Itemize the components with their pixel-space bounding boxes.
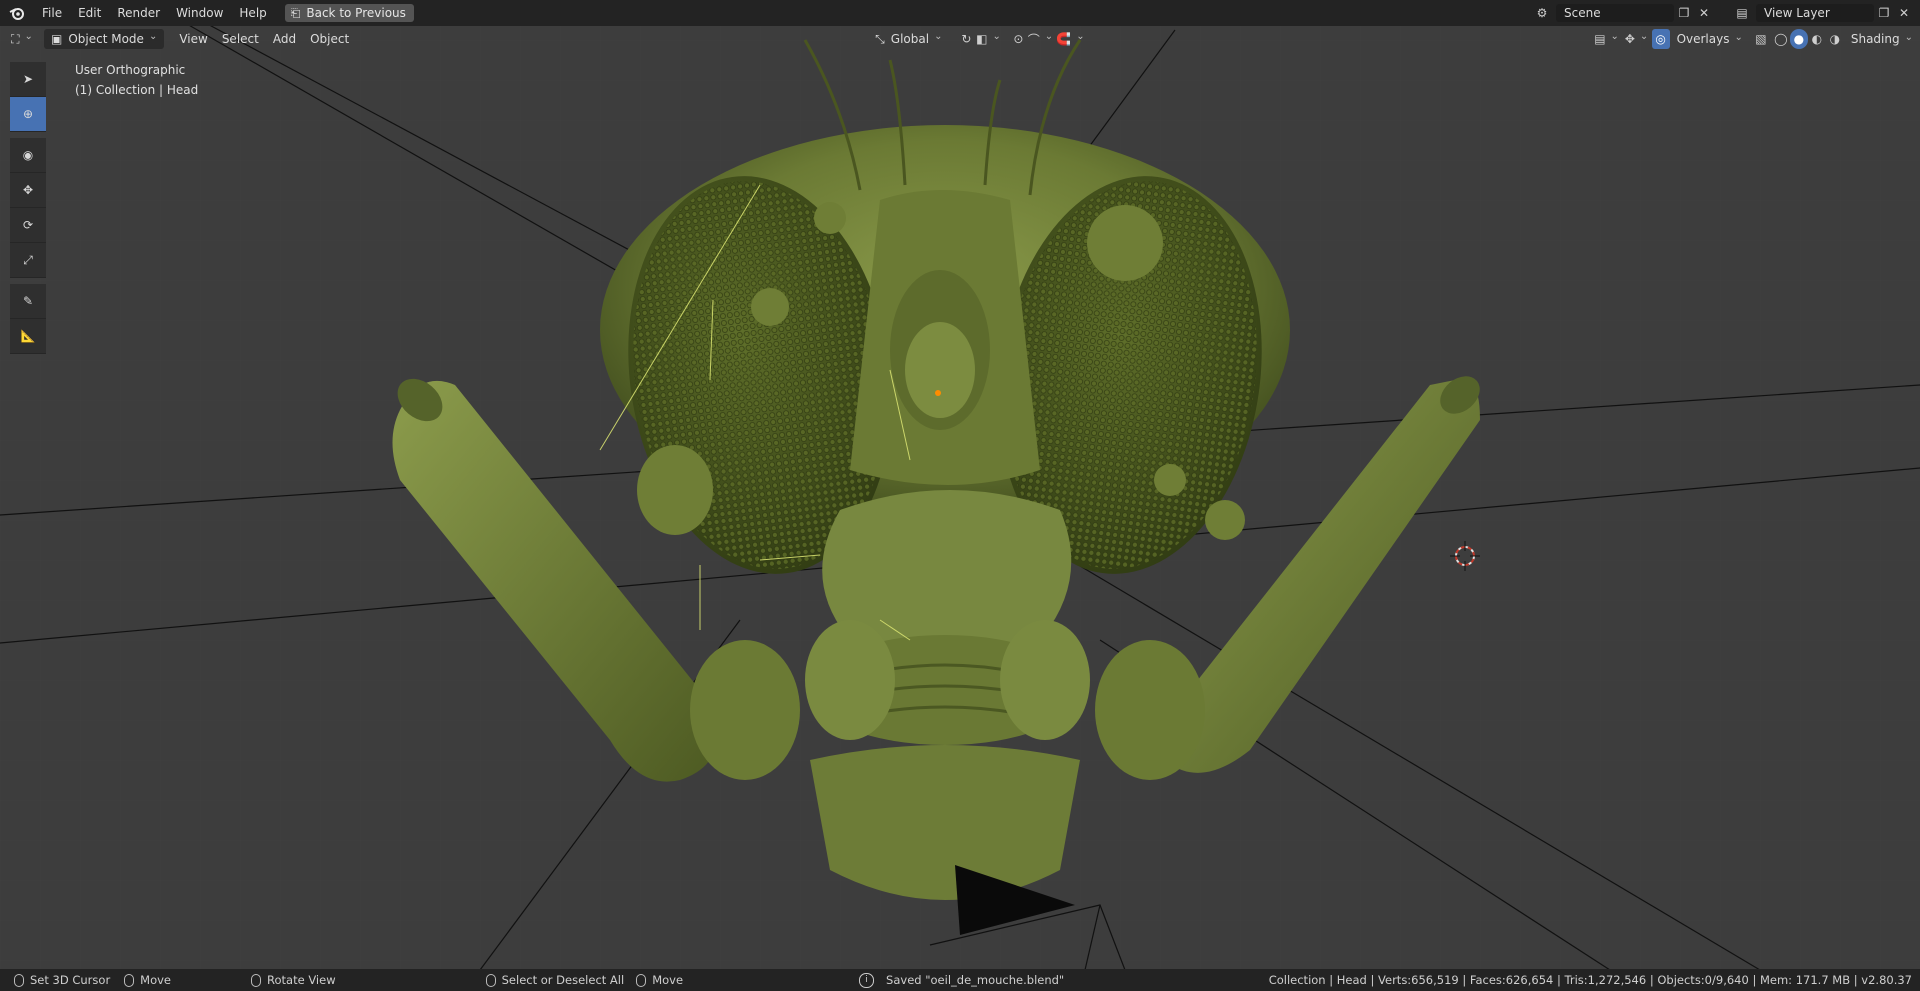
menu-render[interactable]: Render bbox=[109, 0, 168, 26]
rotate-tool[interactable]: ⟳ bbox=[10, 208, 46, 243]
left-mouse-icon bbox=[14, 973, 24, 987]
menu-add[interactable]: Add bbox=[266, 29, 303, 49]
orientation-label: Global bbox=[890, 32, 930, 46]
menu-help[interactable]: Help bbox=[231, 0, 274, 26]
move-hint: Move bbox=[652, 973, 684, 987]
shading-dropdown[interactable]: Shading bbox=[1844, 29, 1920, 49]
select-mouse-icon bbox=[485, 973, 496, 987]
view-name: User Orthographic bbox=[75, 63, 186, 77]
scene-name-field[interactable]: Scene bbox=[1556, 4, 1674, 22]
cursor-tool[interactable]: ⊕ bbox=[10, 97, 46, 132]
viewport-3d[interactable] bbox=[0, 0, 1920, 991]
select-hint: Select or Deselect All bbox=[501, 973, 625, 987]
info-icon: i bbox=[859, 972, 875, 988]
saved-message: Saved "oeil_de_mouche.blend" bbox=[886, 973, 1065, 987]
delete-scene-icon[interactable]: ✕ bbox=[1694, 4, 1714, 22]
pivot-icon[interactable]: ↻ bbox=[955, 29, 977, 49]
right-mouse-hint: Rotate View bbox=[267, 973, 336, 987]
back-to-previous-label: Back to Previous bbox=[306, 6, 406, 20]
transform-icon: ◉ bbox=[22, 148, 34, 162]
menu-window[interactable]: Window bbox=[168, 0, 231, 26]
left-mouse-hint: Set 3D Cursor bbox=[30, 973, 111, 987]
select-icon: ➤ bbox=[22, 72, 34, 86]
view-layer-field[interactable]: View Layer bbox=[1756, 4, 1874, 22]
menu-select[interactable]: Select bbox=[215, 29, 266, 49]
status-bar: Set 3D Cursor Move Rotate View Select or… bbox=[0, 969, 1920, 991]
editor-type-icon[interactable]: ⛶ bbox=[8, 29, 36, 49]
gizmo-icon[interactable]: ✥ bbox=[1625, 29, 1648, 49]
status-move-hint: Move bbox=[636, 969, 683, 991]
scene-name: Scene bbox=[1564, 6, 1601, 20]
solid-shading-icon[interactable]: ● bbox=[1789, 29, 1808, 49]
material-shading-icon[interactable]: ◐ bbox=[1808, 29, 1826, 49]
orientation-icon: ⤡ bbox=[875, 31, 885, 46]
scale-icon: ⤢ bbox=[23, 252, 33, 267]
right-mouse-icon bbox=[251, 973, 262, 987]
annotate-icon: ✎ bbox=[22, 294, 34, 308]
rotate-icon: ⟳ bbox=[22, 218, 34, 232]
xray-icon[interactable]: ▧ bbox=[1750, 29, 1772, 49]
snapping-icon[interactable]: 🧲 bbox=[1056, 29, 1081, 49]
overlays-dropdown[interactable]: Overlays bbox=[1670, 29, 1750, 49]
snap-target-icon[interactable]: ◧ bbox=[976, 29, 999, 49]
middle-mouse-hint: Move bbox=[140, 973, 172, 987]
viewport-header: ⛶ ▣ Object Mode View Select Add Object ⤡… bbox=[0, 26, 1920, 52]
viewport-info: User Orthographic (1) Collection | Head bbox=[75, 60, 198, 100]
cursor-icon: ⊕ bbox=[22, 107, 34, 121]
scale-tool[interactable]: ⤢ bbox=[10, 243, 46, 278]
rendered-shading-icon[interactable]: ◑ bbox=[1826, 29, 1844, 49]
scene-selector-icon[interactable]: ⚙ bbox=[1532, 4, 1552, 22]
move-tool[interactable]: ✥ bbox=[10, 173, 46, 208]
select-tool[interactable]: ➤ bbox=[10, 62, 46, 97]
menu-file[interactable]: File bbox=[34, 0, 70, 26]
overlays-toggle-icon[interactable]: ◎ bbox=[1651, 29, 1670, 49]
new-view-layer-icon[interactable]: ❐ bbox=[1874, 4, 1894, 22]
annotate-tool[interactable]: ✎ bbox=[10, 284, 46, 319]
move-icon: ✥ bbox=[22, 183, 34, 197]
falloff-icon[interactable]: ⌒ bbox=[1028, 29, 1051, 49]
delete-view-layer-icon[interactable]: ✕ bbox=[1894, 4, 1914, 22]
blender-logo-icon[interactable] bbox=[0, 0, 34, 26]
new-scene-icon[interactable]: ❐ bbox=[1674, 4, 1694, 22]
collection-path: (1) Collection | Head bbox=[75, 83, 199, 97]
orientation-selector[interactable]: ⤡ Global bbox=[868, 29, 949, 49]
status-middle-mouse: Move bbox=[124, 969, 171, 991]
back-to-previous-button[interactable]: ⎗ Back to Previous bbox=[284, 4, 414, 22]
menu-object[interactable]: Object bbox=[303, 29, 356, 49]
scene-statistics: Collection | Head | Verts:656,519 | Face… bbox=[1268, 973, 1912, 987]
transform-tool[interactable]: ◉ bbox=[10, 138, 46, 173]
status-saved-message: i Saved "oeil_de_mouche.blend" bbox=[859, 969, 1064, 991]
wireframe-shading-icon[interactable]: ◯ bbox=[1772, 29, 1790, 49]
measure-icon: 📐 bbox=[20, 329, 36, 343]
back-icon: ⎗ bbox=[290, 5, 301, 20]
middle-mouse-icon bbox=[124, 973, 135, 987]
status-left-mouse: Set 3D Cursor bbox=[14, 969, 110, 991]
view-layer-name: View Layer bbox=[1764, 6, 1830, 20]
view-layer-selector-icon[interactable]: ▤ bbox=[1732, 4, 1752, 22]
status-select-hint: Select or Deselect All bbox=[485, 969, 625, 991]
mode-selector[interactable]: ▣ Object Mode bbox=[44, 29, 165, 49]
menu-view[interactable]: View bbox=[172, 29, 214, 49]
mode-label: Object Mode bbox=[68, 32, 144, 46]
tool-shelf: ➤ ⊕ ◉ ✥ ⟳ ⤢ ✎ 📐 bbox=[9, 62, 47, 354]
menu-edit[interactable]: Edit bbox=[70, 0, 109, 26]
top-bar: File Edit Render Window Help ⎗ Back to P… bbox=[0, 0, 1920, 26]
status-right-mouse: Rotate View bbox=[251, 969, 336, 991]
object-mode-icon: ▣ bbox=[51, 32, 63, 46]
object-visibility-icon[interactable]: ▤ bbox=[1594, 29, 1618, 49]
measure-tool[interactable]: 📐 bbox=[10, 319, 46, 354]
proportional-edit-icon[interactable]: ⊙ bbox=[1007, 29, 1029, 49]
move-mouse-icon bbox=[636, 973, 647, 987]
